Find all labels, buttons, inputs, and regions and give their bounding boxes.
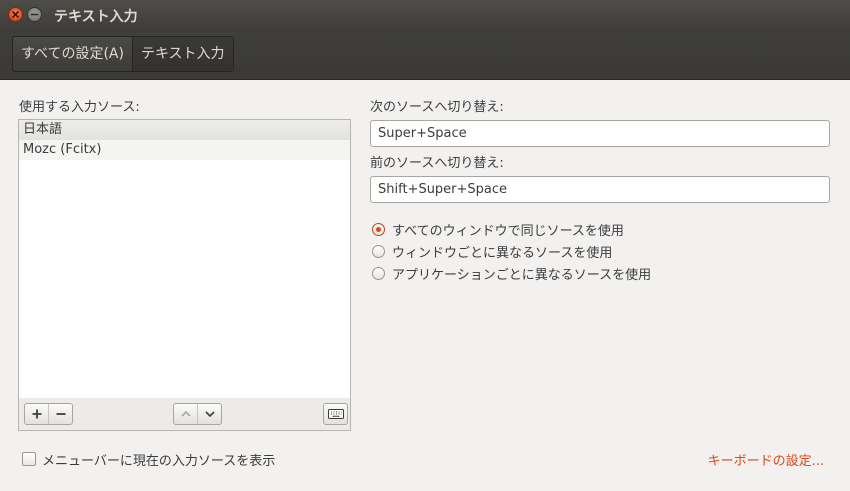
radio-same-source-all-windows[interactable]: すべてのウィンドウで同じソースを使用 [372,219,624,239]
radio-per-window-source[interactable]: ウィンドウごとに異なるソースを使用 [372,241,612,261]
keyboard-settings-link[interactable]: キーボードの設定... [708,450,824,469]
radio-label: ウィンドウごとに異なるソースを使用 [392,245,613,261]
checkbox-unchecked-icon [22,452,36,466]
radio-label: アプリケーションごとに異なるソースを使用 [392,267,652,283]
breadcrumb-all-settings[interactable]: すべての設定(A) [13,37,132,71]
close-icon [12,11,19,18]
minus-icon [56,413,65,415]
next-source-label: 次のソースへ切り替え: [370,100,504,115]
chevron-down-icon [204,411,215,418]
text-entry-settings-window: テキスト入力 すべての設定(A) テキスト入力 使用する入力ソース: 日本語 M… [0,0,850,491]
keyboard-icon [327,409,344,419]
prev-source-label: 前のソースへ切り替え: [370,156,504,171]
radio-per-application-source[interactable]: アプリケーションごとに異なるソースを使用 [372,263,651,283]
input-sources-list[interactable]: 日本語 Mozc (Fcitx) [18,119,351,399]
keyboard-layout-button[interactable] [323,403,348,425]
plus-icon [32,409,41,419]
radio-unchecked-icon [372,266,385,280]
move-down-button[interactable] [197,404,221,424]
minimize-window-button[interactable] [27,7,42,22]
input-sources-toolbar [18,398,351,431]
add-remove-group [24,403,73,425]
close-window-button[interactable] [8,7,23,22]
list-item[interactable]: 日本語 [19,120,350,140]
checkbox-label: メニューバーに現在の入力ソースを表示 [42,453,276,469]
title-bar: テキスト入力 [0,0,850,30]
show-current-source-checkbox[interactable]: メニューバーに現在の入力ソースを表示 [22,449,275,469]
radio-unchecked-icon [372,244,385,258]
breadcrumb-text-entry[interactable]: テキスト入力 [131,37,233,71]
next-source-shortcut-field[interactable]: Super+Space [370,120,830,147]
list-item[interactable]: Mozc (Fcitx) [19,140,350,160]
add-source-button[interactable] [25,404,48,424]
window-title: テキスト入力 [54,9,138,25]
keyboard-button-face [324,404,347,424]
chevron-up-icon [180,410,191,417]
prev-source-shortcut-field[interactable]: Shift+Super+Space [370,176,830,203]
remove-source-button[interactable] [48,404,72,424]
input-sources-label: 使用する入力ソース: [19,100,140,115]
breadcrumb: すべての設定(A) テキスト入力 [12,36,234,72]
radio-label: すべてのウィンドウで同じソースを使用 [392,223,624,239]
minimize-icon [30,13,39,16]
move-up-button[interactable] [174,404,197,424]
radio-checked-icon [372,222,385,236]
move-group [173,403,222,425]
header-toolbar: すべての設定(A) テキスト入力 [0,30,850,80]
